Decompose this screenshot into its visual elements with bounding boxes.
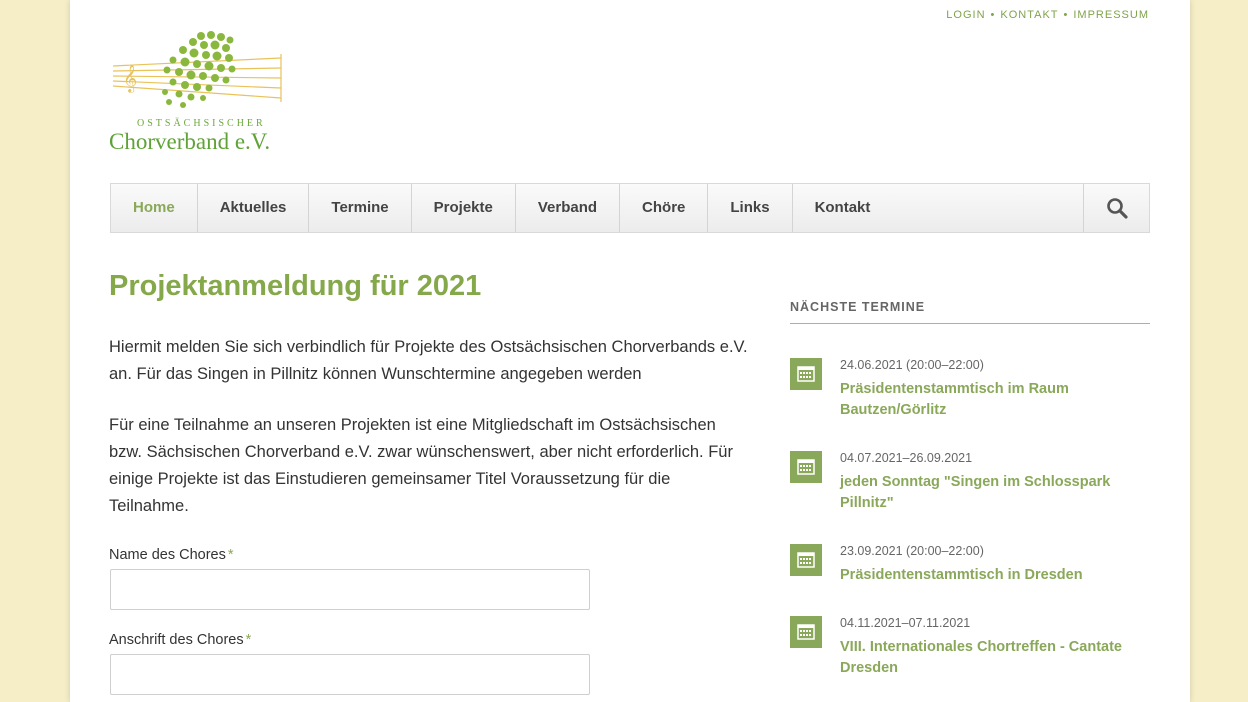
page-title: Projektanmeldung für 2021 — [109, 270, 482, 302]
impressum-link[interactable]: IMPRESSUM — [1073, 9, 1149, 21]
search-icon — [1106, 198, 1128, 219]
required-marker: * — [227, 547, 234, 563]
calendar-icon — [790, 616, 822, 648]
logo[interactable]: 𝄞 OSTSÄCHSISCHER Chorverband e.V. — [109, 30, 289, 155]
nav-termine[interactable]: Termine — [309, 184, 412, 232]
separator: • — [990, 9, 996, 21]
logo-title: Chorverband e.V. — [109, 129, 271, 154]
nav-verband[interactable]: Verband — [516, 184, 621, 232]
nav-kontakt[interactable]: Kontakt — [793, 184, 893, 232]
event-date: 24.06.2021 (20:00–22:00) — [840, 358, 984, 372]
calendar-icon — [790, 451, 822, 483]
field-label-address: Anschrift des Chores * — [109, 632, 251, 648]
nav-aktuelles[interactable]: Aktuelles — [198, 184, 310, 232]
nav-projekte[interactable]: Projekte — [412, 184, 516, 232]
event-link[interactable]: jeden Sonntag "Singen im Schlosspark Pil… — [840, 472, 1140, 514]
nav-home[interactable]: Home — [111, 184, 198, 232]
event-date: 04.07.2021–26.09.2021 — [840, 451, 973, 465]
logo-subtitle: OSTSÄCHSISCHER — [137, 118, 266, 129]
event-date: 23.09.2021 (20:00–22:00) — [840, 544, 984, 558]
event-date: 04.11.2021–07.11.2021 — [840, 616, 971, 630]
event-link[interactable]: VIII. Internationales Chortreffen - Cant… — [840, 637, 1140, 679]
calendar-icon — [790, 544, 822, 576]
event-link[interactable]: Präsidentenstammtisch im Raum Bautzen/Gö… — [840, 379, 1140, 421]
sidebar: NÄCHSTE TERMINE 24.06.2021 (20:00–22:00)… — [790, 300, 1150, 676]
search-button[interactable] — [1083, 184, 1149, 232]
label-text: Anschrift des Chores — [109, 632, 244, 648]
field-label-name: Name des Chores * — [109, 547, 234, 563]
nav-choere[interactable]: Chöre — [620, 184, 709, 232]
main-nav: Home Aktuelles Termine Projekte Verband … — [110, 183, 1150, 233]
page: LOGIN • KONTAKT • IMPRESSUM 𝄞 OSTSÄCHSIS… — [70, 0, 1190, 702]
intro-paragraph: Für eine Teilnahme an unseren Projekten … — [109, 416, 733, 515]
svg-text:𝄞: 𝄞 — [123, 64, 137, 93]
nav-links[interactable]: Links — [708, 184, 793, 232]
event-link[interactable]: Präsidentenstammtisch in Dresden — [840, 565, 1140, 586]
sidebar-title: NÄCHSTE TERMINE — [790, 300, 1150, 324]
required-marker: * — [245, 632, 252, 648]
chor-name-input[interactable] — [110, 569, 590, 610]
chor-address-input[interactable] — [110, 654, 590, 695]
logo-graphic: 𝄞 — [112, 31, 282, 108]
kontakt-link[interactable]: KONTAKT — [1000, 9, 1058, 21]
label-text: Name des Chores — [109, 547, 226, 563]
top-links: LOGIN • KONTAKT • IMPRESSUM — [946, 9, 1149, 21]
separator: • — [1063, 9, 1069, 21]
calendar-icon — [790, 358, 822, 390]
login-link[interactable]: LOGIN — [946, 9, 985, 21]
intro-paragraph: Hiermit melden Sie sich verbindlich für … — [109, 338, 748, 383]
